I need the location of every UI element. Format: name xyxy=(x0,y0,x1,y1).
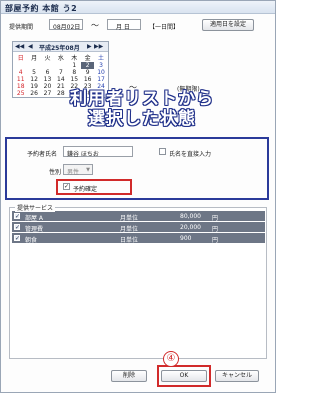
calendar-weekdays: 日月火水木金土 xyxy=(14,53,108,62)
gender-label: 性別 xyxy=(49,169,62,176)
calendar-day[interactable]: 5 xyxy=(27,69,40,76)
service-price: 900 xyxy=(180,235,192,242)
next-month-icon[interactable]: ▶ xyxy=(87,43,92,50)
calendar-day[interactable]: 10 xyxy=(94,69,107,76)
weekday-label: 水 xyxy=(57,55,64,62)
services-group-label: 提供サービス xyxy=(15,203,56,212)
dropdown-arrow-icon: ▼ xyxy=(86,167,90,173)
service-currency: 円 xyxy=(212,215,219,222)
weekday-label: 金 xyxy=(84,55,91,62)
service-currency: 円 xyxy=(212,226,219,233)
checkmark-icon: ✓ xyxy=(64,183,70,190)
confirm-checkbox[interactable]: ✓ xyxy=(63,183,70,190)
service-name: 管理費 xyxy=(25,226,44,233)
confirm-label: 予約確定 xyxy=(73,186,98,193)
service-checkbox[interactable]: ✓ xyxy=(14,235,20,242)
services-list: ✓ 部屋 A 月単位 80,000 円 ✓ 管理費 月単位 20,000 円 ✓ 朝食 日単位 900 円 xyxy=(9,207,267,359)
weekday-label: 火 xyxy=(44,55,51,62)
calendar-day[interactable]: 13 xyxy=(41,76,54,83)
weekday-label: 日 xyxy=(17,55,24,62)
calendar-day[interactable]: 1 xyxy=(68,62,81,69)
end-date-field[interactable]: 月 日 xyxy=(107,19,141,31)
reserver-highlight-frame xyxy=(5,137,269,200)
calendar-day[interactable]: 4 xyxy=(14,69,27,76)
period-label: 提供期間 xyxy=(9,24,34,31)
calendar-day[interactable]: 11 xyxy=(14,76,27,83)
calendar-header: ◀◀ ◀ 平成25年08月 ▶ ▶▶ xyxy=(13,42,108,52)
calendar-day[interactable]: 14 xyxy=(54,76,67,83)
calendar-day[interactable]: 15 xyxy=(68,76,81,83)
service-unit: 月単位 xyxy=(120,226,139,233)
service-name: 朝食 xyxy=(25,237,38,244)
calendar-day[interactable]: 8 xyxy=(68,69,81,76)
service-row[interactable]: ✓ 管理費 月単位 20,000 円 xyxy=(12,222,265,233)
calendar-day[interactable]: 12 xyxy=(27,76,40,83)
calendar-empty-cell xyxy=(14,62,27,69)
calendar-title: 平成25年08月 xyxy=(39,45,80,52)
gender-value: 男性 xyxy=(67,169,80,176)
prev-year-icon[interactable]: ◀◀ xyxy=(15,43,24,50)
service-unit: 月単位 xyxy=(120,215,139,222)
service-unit: 日単位 xyxy=(120,237,139,244)
overlay-caption: 利用者リストから 選択した状態 xyxy=(29,89,255,129)
service-row[interactable]: ✓ 朝食 日単位 900 円 xyxy=(12,233,265,244)
calendar-empty-cell xyxy=(41,62,54,69)
title-bar: 部屋予約 本館 う2 xyxy=(1,1,275,14)
calendar-day[interactable]: 18 xyxy=(14,83,27,90)
start-date-value: 08月02日 xyxy=(53,24,81,31)
service-row[interactable]: ✓ 部屋 A 月単位 80,000 円 xyxy=(12,211,265,222)
direct-input-checkbox[interactable] xyxy=(159,148,166,155)
service-price: 80,000 xyxy=(180,213,201,220)
reserver-name-label: 予約者氏名 xyxy=(27,151,58,158)
calendar-day[interactable]: 2 xyxy=(80,62,95,69)
dialog-title: 部屋予約 本館 う2 xyxy=(5,4,78,13)
gender-select[interactable]: 男性 ▼ xyxy=(63,164,93,176)
next-year-icon[interactable]: ▶▶ xyxy=(94,43,103,50)
service-checkbox[interactable]: ✓ xyxy=(14,213,20,220)
calendar-day[interactable]: 3 xyxy=(94,62,107,69)
period-separator: 〜 xyxy=(91,21,99,30)
calendar-empty-cell xyxy=(54,62,67,69)
calendar-day[interactable]: 6 xyxy=(41,69,54,76)
weekday-label: 土 xyxy=(98,55,105,62)
step-marker: ④ xyxy=(163,351,179,367)
reserver-name-value: 鎌谷 ほちお xyxy=(67,151,99,158)
calendar-day[interactable]: 7 xyxy=(54,69,67,76)
service-price: 20,000 xyxy=(180,224,201,231)
delete-button[interactable]: 削除 xyxy=(111,370,147,382)
apply-date-button[interactable]: 適用日を設定 xyxy=(202,19,254,31)
one-period-text: 【一日間】 xyxy=(149,24,180,31)
cancel-button[interactable]: キャンセル xyxy=(215,370,259,382)
direct-input-label: 氏名を直接入力 xyxy=(169,151,212,158)
service-currency: 円 xyxy=(212,237,219,244)
calendar-empty-cell xyxy=(27,62,40,69)
overlay-caption-line1: 利用者リストから xyxy=(70,89,214,109)
calendar-day[interactable]: 16 xyxy=(81,76,94,83)
calendar-day[interactable]: 25 xyxy=(14,90,27,97)
end-date-placeholder: 月 日 xyxy=(116,24,130,31)
reservation-dialog: 部屋予約 本館 う2 提供期間 08月02日 〜 月 日 【一日間】 適用日を設… xyxy=(0,0,276,393)
calendar-day[interactable]: 9 xyxy=(81,69,94,76)
weekday-label: 木 xyxy=(71,55,78,62)
overlay-caption-line2: 選択した状態 xyxy=(88,109,196,129)
weekday-label: 月 xyxy=(31,55,38,62)
reserver-name-field[interactable]: 鎌谷 ほちお xyxy=(63,146,133,158)
service-name: 部屋 A xyxy=(25,215,44,222)
prev-month-icon[interactable]: ◀ xyxy=(28,43,33,50)
start-date-field[interactable]: 08月02日 xyxy=(49,19,83,31)
service-checkbox[interactable]: ✓ xyxy=(14,224,20,231)
calendar-day[interactable]: 17 xyxy=(94,76,107,83)
ok-button[interactable]: OK xyxy=(161,370,207,382)
